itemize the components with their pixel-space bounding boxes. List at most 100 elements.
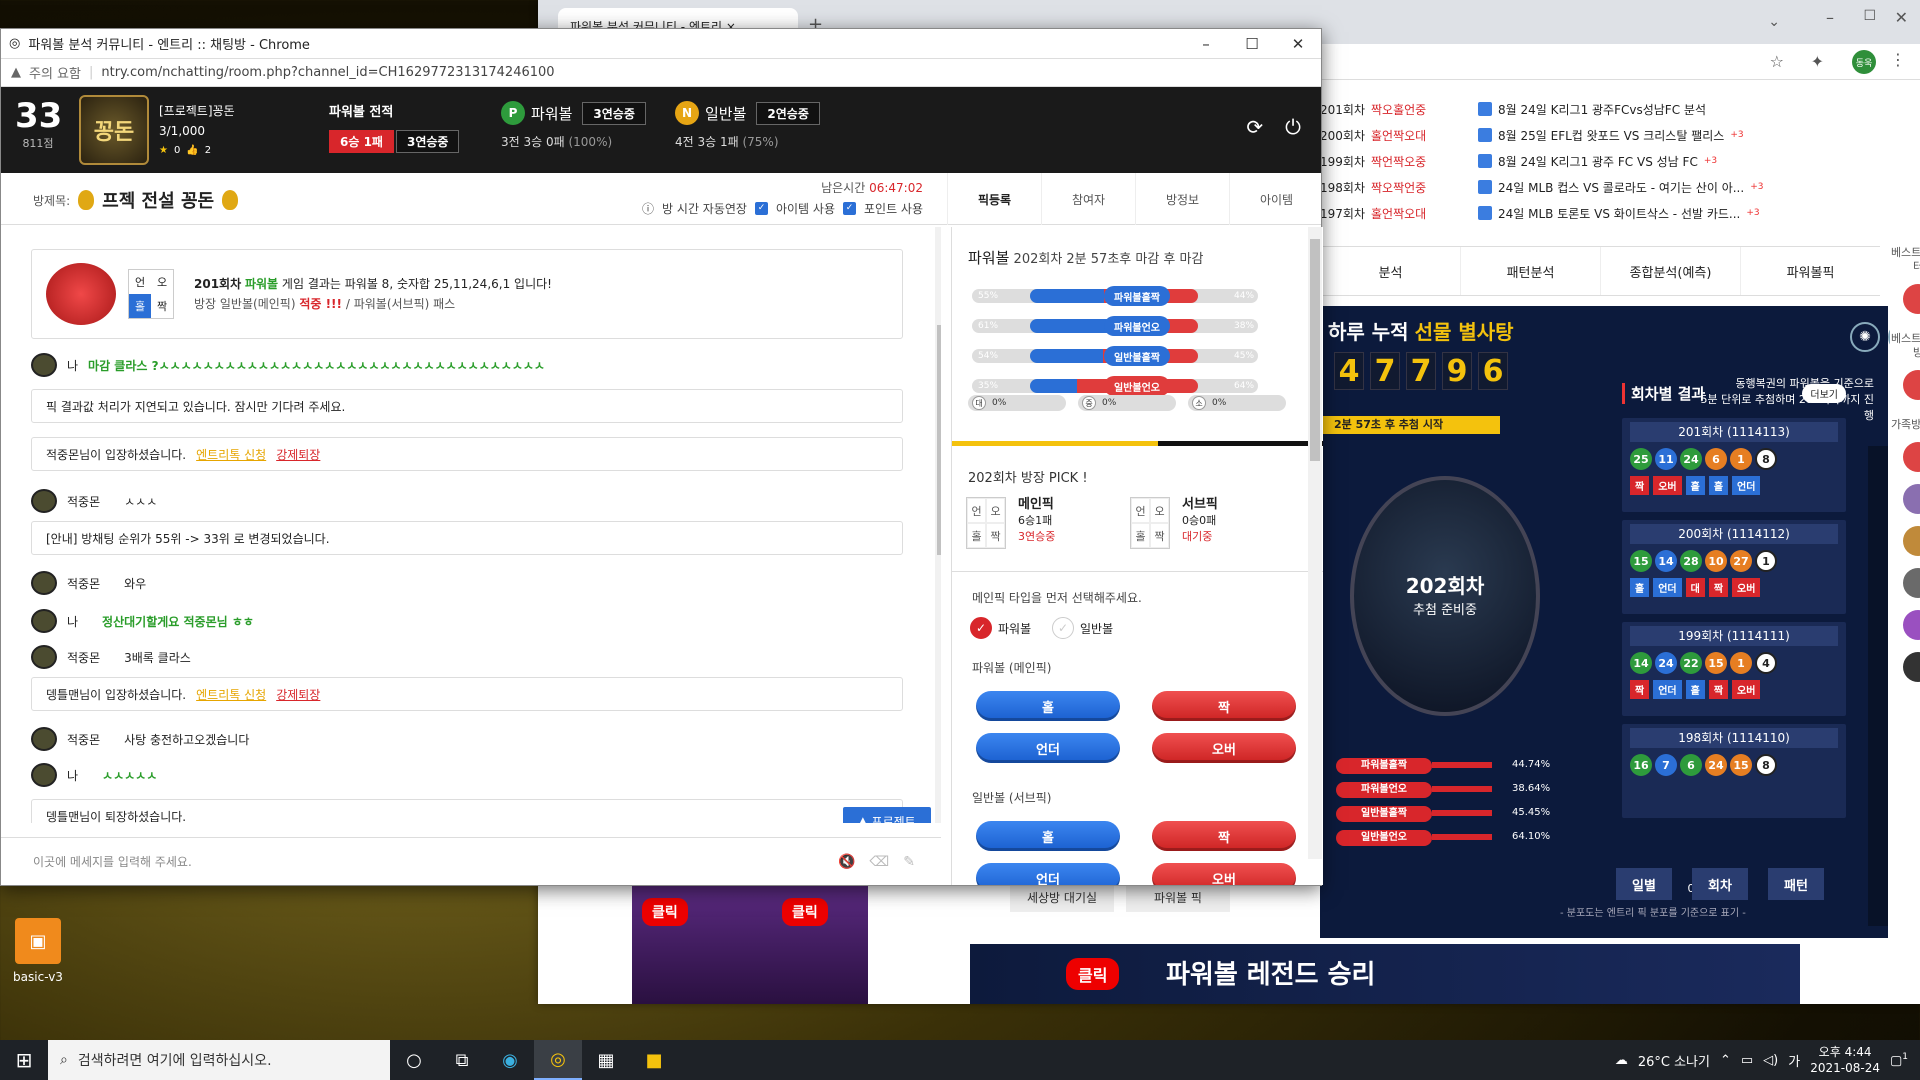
- powerball-pick-button[interactable]: 파워볼 픽: [1126, 882, 1230, 912]
- close-window-icon[interactable]: ✕: [1895, 8, 1908, 27]
- result-view-button[interactable]: 일별: [1616, 868, 1672, 900]
- calculator-icon[interactable]: ▦: [582, 1040, 630, 1080]
- entry-talk-link[interactable]: 엔트리톡 신청: [196, 686, 266, 703]
- taskbar-search[interactable]: ⌕ 검색하려면 여기에 입력하십시오.: [48, 1040, 390, 1080]
- result-row[interactable]: 201회차 짝오홀언중: [1320, 96, 1450, 122]
- radio-normalball[interactable]: ✓ 일반볼: [1052, 617, 1113, 639]
- sidebar-avatar[interactable]: [1903, 652, 1920, 682]
- room-tab[interactable]: 픽등록: [947, 173, 1041, 225]
- result-view-button[interactable]: 패턴: [1768, 868, 1824, 900]
- result-row[interactable]: 200회차 홀언짝오대: [1320, 122, 1450, 148]
- pb-under-button[interactable]: 언더: [976, 733, 1120, 763]
- project-button[interactable]: ▲ 프로젝트: [843, 807, 931, 823]
- weather-text[interactable]: 26°C 소나기: [1638, 1051, 1710, 1070]
- close-button[interactable]: ✕: [1275, 29, 1321, 59]
- result-row[interactable]: 197회차 홀언짝오대: [1320, 200, 1450, 226]
- task-view-icon[interactable]: ⧉: [438, 1040, 486, 1080]
- minimize-button[interactable]: –: [1183, 29, 1229, 59]
- youtube-click-1[interactable]: 클릭: [642, 898, 688, 926]
- menu-icon[interactable]: ⋮: [1890, 50, 1906, 69]
- power-icon[interactable]: ⏻: [1285, 115, 1301, 139]
- star-icon[interactable]: ☆: [1770, 52, 1784, 71]
- lotto-ball: 6: [1680, 754, 1702, 776]
- chat-scrollbar[interactable]: [935, 227, 941, 823]
- chevron-up-icon[interactable]: ⌃: [1720, 1053, 1731, 1068]
- sidebar-label[interactable]: 가족방 랭킹: [1890, 412, 1920, 438]
- cortana-icon[interactable]: ○: [390, 1040, 438, 1080]
- url-text[interactable]: ntry.com/nchatting/room.php?channel_id=C…: [101, 65, 554, 80]
- sun-icon[interactable]: ✺: [1850, 322, 1880, 352]
- security-warning[interactable]: 주의 요함: [29, 63, 81, 82]
- youtube-banner[interactable]: 클릭 클릭: [632, 886, 868, 1004]
- pb-odd-button[interactable]: 홀: [976, 691, 1120, 721]
- more-button[interactable]: 더보기: [1802, 383, 1846, 403]
- radio-powerball[interactable]: ✓ 파워볼: [970, 617, 1031, 639]
- news-item[interactable]: 8월 24일 K리그1 광주FCvs성남FC 분석: [1478, 96, 1878, 122]
- edge-icon[interactable]: ◉: [486, 1040, 534, 1080]
- nb-odd-button[interactable]: 홀: [976, 821, 1120, 851]
- mute-icon[interactable]: 🔇: [838, 854, 855, 870]
- nav-item[interactable]: 분석: [1320, 247, 1460, 295]
- sidebar-badge-icon[interactable]: [1903, 284, 1920, 314]
- message-input[interactable]: 이곳에 메세지를 입력해 주세요. 🔇 ⌫ ✎: [1, 837, 941, 885]
- news-item[interactable]: 8월 24일 K리그1 광주 FC VS 성남 FC +3: [1478, 148, 1878, 174]
- nav-item[interactable]: 종합분석(예측): [1600, 247, 1740, 295]
- wand-icon[interactable]: ✎: [903, 854, 915, 870]
- sidebar-avatar[interactable]: [1903, 568, 1920, 598]
- clock[interactable]: 오후 4:44 2021-08-24: [1810, 1044, 1880, 1076]
- kakaotalk-icon[interactable]: ■: [630, 1040, 678, 1080]
- size-icon: 소: [1192, 396, 1206, 410]
- news-item[interactable]: 24일 MLB 토론토 VS 화이트삭스 - 선발 카드... +3: [1478, 200, 1878, 226]
- sidebar-badge-icon[interactable]: [1903, 370, 1920, 400]
- item-use-checkbox[interactable]: ✓: [754, 202, 768, 215]
- desktop-icon[interactable]: ▣ basic-v3: [10, 918, 66, 984]
- nav-item[interactable]: 파워볼픽: [1740, 247, 1880, 295]
- notification-icon[interactable]: ▢1: [1890, 1052, 1908, 1068]
- kick-link[interactable]: 강제퇴장: [276, 446, 320, 463]
- nb-over-button[interactable]: 오버: [1152, 863, 1296, 885]
- eraser-icon[interactable]: ⌫: [869, 854, 889, 870]
- nav-item[interactable]: 패턴분석: [1460, 247, 1600, 295]
- result-row[interactable]: 199회차 짝언짝오중: [1320, 148, 1450, 174]
- news-item[interactable]: 8월 25일 EFL컵 왓포드 VS 크리스탈 팰리스 +3: [1478, 122, 1878, 148]
- maximize-button[interactable]: ☐: [1229, 29, 1275, 59]
- sidebar-avatar[interactable]: [1903, 610, 1920, 640]
- result-row[interactable]: 198회차 짝오짝언중: [1320, 174, 1450, 200]
- point-use-checkbox[interactable]: ✓: [842, 202, 856, 215]
- sidebar-badge-icon[interactable]: [1903, 442, 1920, 472]
- entry-talk-link[interactable]: 엔트리톡 신청: [196, 446, 266, 463]
- room-tab[interactable]: 아이템: [1229, 173, 1323, 225]
- chevron-down-icon[interactable]: ⌄: [1768, 14, 1780, 30]
- sidebar-avatar[interactable]: [1903, 484, 1920, 514]
- nb-under-button[interactable]: 언더: [976, 863, 1120, 885]
- maximize-icon[interactable]: ☐: [1863, 8, 1876, 24]
- kick-link[interactable]: 강제퇴장: [276, 686, 320, 703]
- chrome-icon[interactable]: ◎: [534, 1040, 582, 1080]
- extension-icon[interactable]: ✦: [1811, 52, 1824, 71]
- sidebar-label[interactable]: 베스트 픽스터: [1890, 240, 1920, 280]
- pb-over-button[interactable]: 오버: [1152, 733, 1296, 763]
- refresh-icon[interactable]: ⟳: [1246, 115, 1263, 139]
- legend-banner[interactable]: 클릭 파워볼 레전드 승리: [970, 944, 1800, 1004]
- dashboard-scroll[interactable]: [1868, 446, 1888, 926]
- panel-scrollbar[interactable]: [1308, 227, 1322, 859]
- news-item[interactable]: 24일 MLB 컵스 VS 콜로라도 - 여기는 산이 아... +3: [1478, 174, 1878, 200]
- sidebar-avatar[interactable]: [1903, 526, 1920, 556]
- room-tab[interactable]: 참여자: [1041, 173, 1135, 225]
- panel-scroll-thumb[interactable]: [1310, 239, 1320, 461]
- nb-even-button[interactable]: 짝: [1152, 821, 1296, 851]
- sidebar-label[interactable]: 베스트 가족방: [1890, 326, 1920, 366]
- youtube-click-2[interactable]: 클릭: [782, 898, 828, 926]
- network-icon[interactable]: ▭: [1741, 1053, 1753, 1068]
- profile-avatar[interactable]: 동욱: [1852, 50, 1876, 74]
- room-tab[interactable]: 방정보: [1135, 173, 1229, 225]
- windows-start-icon[interactable]: ⊞: [0, 1040, 48, 1080]
- volume-icon[interactable]: ◁): [1763, 1053, 1778, 1068]
- result-view-button[interactable]: 회차: [1692, 868, 1748, 900]
- waiting-room-button[interactable]: 세상방 대기실: [1010, 882, 1114, 912]
- minimize-icon[interactable]: –: [1826, 8, 1834, 27]
- chat-scroll-thumb[interactable]: [937, 325, 941, 555]
- legend-click[interactable]: 클릭: [1066, 958, 1120, 990]
- pb-even-button[interactable]: 짝: [1152, 691, 1296, 721]
- ime-icon[interactable]: 가: [1788, 1051, 1800, 1070]
